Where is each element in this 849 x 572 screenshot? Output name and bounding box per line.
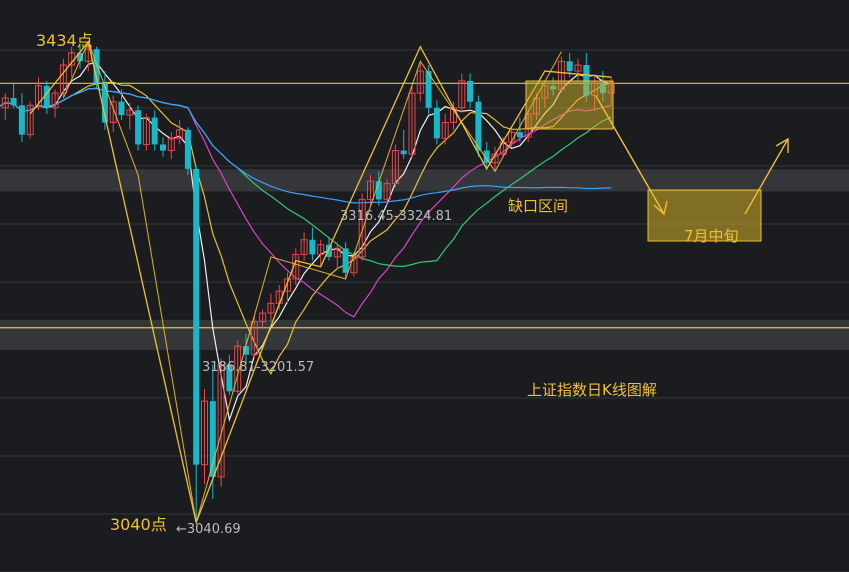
gap-upper-label: 3316.45-3324.81 (340, 209, 452, 224)
candle-body (18, 105, 25, 135)
candle-body (10, 98, 17, 106)
chart-area: 3434点 3040点 ←3040.69 3316.45-3324.81 318… (0, 0, 849, 572)
candle-body (118, 101, 125, 116)
low-label: 3040点 (110, 515, 167, 534)
candle-body (151, 117, 158, 145)
forecast-label: 7月中旬 (684, 227, 739, 245)
gap-lower-label: 3186.81-3201.57 (202, 360, 314, 375)
gap-band (0, 169, 849, 192)
candle-body (135, 110, 142, 145)
candlestick-chart: 3434点 3040点 ←3040.69 3316.45-3324.81 318… (0, 31, 849, 572)
candle-body (400, 150, 407, 155)
low-value-label: ←3040.69 (176, 522, 241, 537)
grid-lines (0, 49, 849, 572)
candle-body (184, 129, 191, 169)
candle-body (193, 168, 200, 465)
candle-body (326, 244, 332, 257)
gap-zone-label: 缺口区间 (508, 197, 568, 215)
chart-title: 上证指数日K线图解 (527, 381, 657, 399)
candle-body (209, 401, 216, 477)
forecast-down-arrow (595, 95, 665, 215)
peak-label: 3434点 (36, 31, 93, 50)
gap-band (0, 319, 849, 350)
candle-body (309, 239, 316, 255)
candle-body (342, 248, 349, 273)
consolidation-box (525, 80, 614, 130)
candle-body (433, 107, 440, 139)
candle-body (467, 80, 474, 102)
candle-body (160, 144, 166, 151)
candle-body (566, 61, 573, 72)
candle-body (516, 132, 523, 138)
